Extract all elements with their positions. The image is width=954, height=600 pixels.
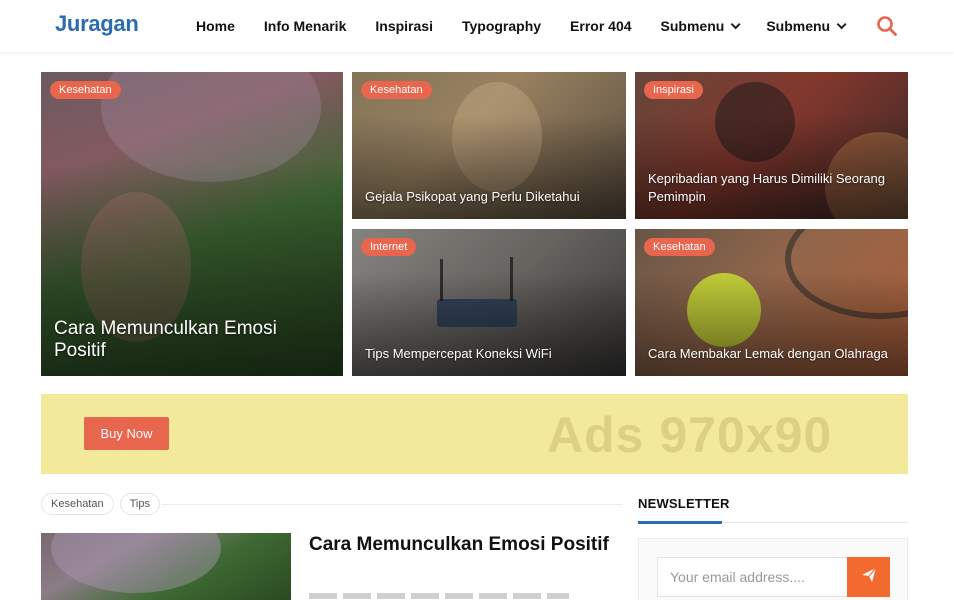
site-logo[interactable]: Juragan <box>55 11 139 37</box>
chevron-down-icon <box>836 18 847 29</box>
featured-post[interactable]: Kesehatan Cara Membakar Lemak dengan Ola… <box>635 229 908 376</box>
nav-item-home[interactable]: Home <box>196 18 235 34</box>
ad-placeholder-text: Ads 970x90 <box>547 407 833 463</box>
post-title[interactable]: Cara Memunculkan Emosi Positif <box>309 534 609 556</box>
heading-accent-bar <box>638 521 722 524</box>
nav-item-label: Error 404 <box>570 18 632 34</box>
tag-tips[interactable]: Tips <box>119 493 160 515</box>
featured-post-large[interactable]: Kesehatan Cara Memunculkan Emosi Positif <box>41 72 343 376</box>
nav-item-typography[interactable]: Typography <box>462 18 541 34</box>
nav-item-submenu-2[interactable]: Submenu <box>766 18 847 34</box>
site-header: Juragan Home Info Menarik Inspirasi Typo… <box>0 0 954 52</box>
nav-item-label: Submenu <box>766 18 831 34</box>
featured-post-title[interactable]: Cara Memunculkan Emosi Positif <box>54 318 324 362</box>
ad-banner[interactable]: Buy Now Ads 970x90 <box>41 394 908 474</box>
category-badge[interactable]: Kesehatan <box>50 81 121 99</box>
umbrella-shape <box>51 533 221 593</box>
featured-post[interactable]: Kesehatan Gejala Psikopat yang Perlu Dik… <box>352 72 626 219</box>
post-tags: Kesehatan Tips <box>41 493 166 515</box>
nav-item-inspirasi[interactable]: Inspirasi <box>375 18 433 34</box>
nav-item-info-menarik[interactable]: Info Menarik <box>264 18 346 34</box>
featured-post-title[interactable]: Gejala Psikopat yang Perlu Diketahui <box>365 188 615 206</box>
post-thumbnail[interactable] <box>41 533 291 600</box>
search-icon[interactable] <box>876 15 898 37</box>
chevron-down-icon <box>730 18 741 29</box>
nav-item-label: Info Menarik <box>263 18 347 34</box>
nav-item-label: Typography <box>461 18 542 34</box>
nav-item-error-404[interactable]: Error 404 <box>570 18 631 34</box>
nav-item-label: Home <box>196 18 235 34</box>
category-badge[interactable]: Kesehatan <box>361 81 432 99</box>
category-badge[interactable]: Kesehatan <box>644 238 715 256</box>
featured-post[interactable]: Internet Tips Mempercepat Koneksi WiFi <box>352 229 626 376</box>
featured-post-title[interactable]: Tips Mempercepat Koneksi WiFi <box>365 345 615 363</box>
category-badge[interactable]: Inspirasi <box>644 81 703 99</box>
paper-plane-icon <box>861 567 877 588</box>
nav-item-label: Inspirasi <box>375 18 433 34</box>
newsletter-heading: NEWSLETTER <box>638 496 730 511</box>
post-excerpt <box>309 593 569 599</box>
nav-item-submenu-1[interactable]: Submenu <box>660 18 741 34</box>
divider <box>162 504 622 505</box>
buy-now-button[interactable]: Buy Now <box>84 417 169 450</box>
nav-item-label: Submenu <box>660 18 725 34</box>
featured-post-title[interactable]: Kepribadian yang Harus Dimiliki Seorang … <box>648 170 898 206</box>
featured-post[interactable]: Inspirasi Kepribadian yang Harus Dimilik… <box>635 72 908 219</box>
email-field[interactable] <box>657 557 848 597</box>
featured-post-title[interactable]: Cara Membakar Lemak dengan Olahraga <box>648 345 898 363</box>
main-nav: Home Info Menarik Inspirasi Typography E… <box>196 0 872 52</box>
tag-kesehatan[interactable]: Kesehatan <box>41 493 114 515</box>
category-badge[interactable]: Internet <box>361 238 417 256</box>
subscribe-button[interactable] <box>847 557 890 597</box>
